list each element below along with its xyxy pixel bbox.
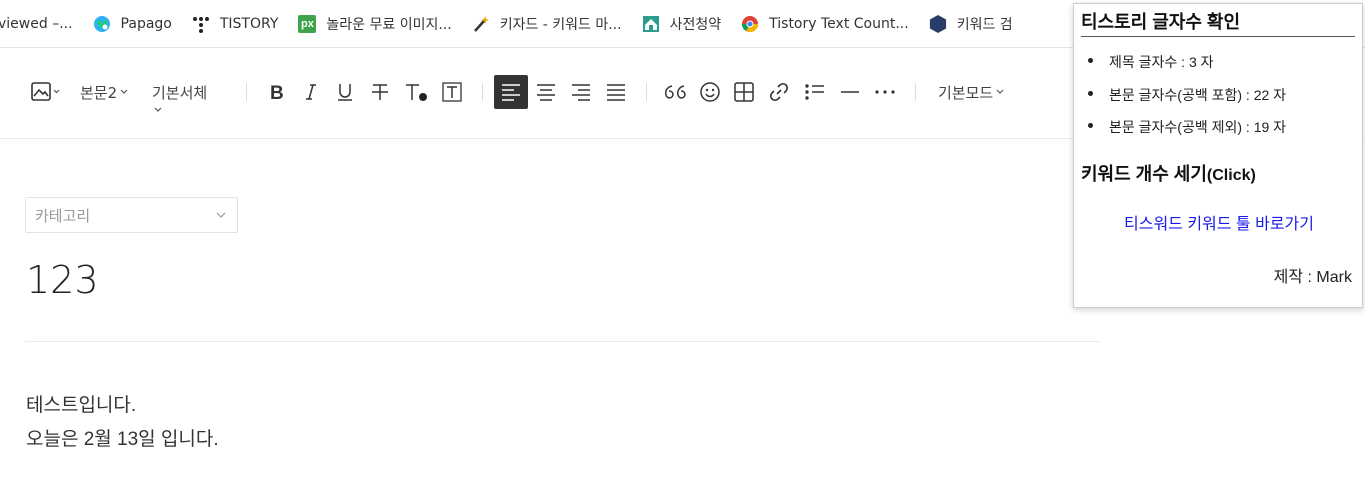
bookmark-pixabay[interactable]: px 놀라운 무료 이미지...	[298, 10, 452, 38]
horizontal-rule-button[interactable]	[836, 76, 864, 108]
more-options-button[interactable]	[871, 76, 899, 108]
keyword-heading: 키워드 개수 세기	[1081, 164, 1207, 184]
bookmark-label: TISTORY	[219, 15, 279, 32]
align-left-icon	[502, 84, 520, 101]
toolbar-separator	[482, 83, 483, 101]
bookmark-tistory[interactable]: TISTORY	[192, 10, 279, 38]
stat-text: 본문 글자수(공백 포함) : 22 자	[1109, 86, 1287, 103]
stats-list: 제목 글자수 : 3 자 본문 글자수(공백 포함) : 22 자 본문 글자수…	[1088, 52, 1286, 150]
bullet-icon	[1088, 123, 1093, 128]
toolbar-separator	[246, 83, 247, 101]
toolbar-separator	[915, 83, 916, 101]
credit-text: 제작 : Mark	[1273, 269, 1352, 286]
chevron-down-icon	[996, 89, 1004, 94]
text-color-icon	[406, 84, 427, 101]
bookmark-label: Papago	[120, 15, 172, 32]
emoticon-icon	[700, 82, 720, 102]
tw-icon	[929, 14, 947, 33]
align-right-button[interactable]	[567, 76, 595, 108]
stat-body-without-spaces: 본문 글자수(공백 제외) : 19 자	[1088, 117, 1286, 150]
chevron-down-icon	[154, 107, 162, 112]
align-center-icon	[537, 84, 555, 101]
strikethrough-icon	[372, 84, 388, 100]
tistory-icon	[192, 15, 210, 33]
link-icon	[769, 82, 789, 102]
bookmark-label: 키자드 - 키워드 마...	[499, 16, 622, 33]
horizontal-rule-icon	[841, 91, 859, 93]
font-label: 기본서체	[152, 83, 208, 102]
italic-icon	[306, 84, 316, 100]
post-body[interactable]: 테스트입니다. 오늘은 2월 13일 입니다.	[26, 389, 219, 457]
pixabay-badge-text: px	[300, 17, 314, 30]
body-line: 테스트입니다.	[26, 395, 137, 416]
house-icon	[642, 15, 660, 33]
text-background-button[interactable]	[438, 76, 466, 108]
popup-heading: 티스토리 글자수 확인	[1081, 8, 1355, 37]
align-justify-icon	[607, 84, 625, 101]
align-center-button[interactable]	[532, 76, 560, 108]
align-left-button[interactable]	[494, 75, 528, 109]
magic-wand-icon	[472, 15, 490, 33]
pixabay-icon: px	[298, 14, 317, 33]
bullet-icon	[1088, 90, 1093, 96]
chrome-icon	[741, 15, 759, 33]
underline-button[interactable]	[331, 76, 359, 108]
bookmark-label: 놀라운 무료 이미지...	[326, 16, 452, 33]
font-dropdown[interactable]: 기본서체	[152, 76, 222, 108]
link-button[interactable]	[765, 76, 793, 108]
keyword-count-button[interactable]: 키워드 개수 세기(Click)	[1081, 160, 1256, 186]
quote-button[interactable]	[660, 76, 690, 108]
bookmark-label: Tistory Text Count...	[769, 15, 909, 32]
bullet-list-button[interactable]	[801, 76, 829, 108]
emoticon-button[interactable]	[696, 76, 724, 108]
stat-text: 제목 글자수 : 3 자	[1109, 54, 1214, 70]
text-background-icon	[442, 82, 462, 102]
bold-button[interactable]: B	[262, 76, 290, 108]
bullet-list-icon	[805, 84, 824, 100]
bullet-icon	[1088, 58, 1093, 63]
chevron-down-icon	[120, 89, 128, 94]
bookmark-label: 사전청약	[669, 16, 722, 33]
stat-body-with-spaces: 본문 글자수(공백 포함) : 22 자	[1088, 85, 1286, 118]
keyword-heading-suffix: (Click)	[1206, 167, 1256, 184]
paragraph-style-label: 본문2	[80, 83, 118, 102]
chevron-down-icon	[216, 212, 226, 218]
paragraph-style-dropdown[interactable]: 본문2	[80, 76, 136, 108]
tw-badge-text: TW	[981, 20, 992, 27]
italic-button[interactable]	[297, 76, 325, 108]
bold-icon: B	[270, 83, 284, 102]
body-line: 오늘은 2월 13일 입니다.	[26, 429, 219, 450]
more-icon	[875, 90, 895, 94]
char-count-popup: 티스토리 글자수 확인 제목 글자수 : 3 자 본문 글자수(공백 포함) :…	[1073, 3, 1363, 308]
bookmark-label: viewed –...	[0, 15, 73, 32]
post-title[interactable]: 123	[26, 258, 99, 302]
mode-label: 기본모드	[938, 83, 994, 102]
title-divider	[25, 341, 1101, 342]
image-insert-button[interactable]	[28, 76, 62, 108]
quote-icon	[665, 85, 686, 99]
bookmark-presale[interactable]: 사전청약	[642, 10, 722, 38]
mode-dropdown[interactable]: 기본모드	[938, 76, 1018, 108]
table-button[interactable]	[730, 76, 758, 108]
toolbar-separator	[646, 83, 647, 101]
bookmark-keyword-search[interactable]: 키워드 검	[929, 10, 1013, 38]
stat-text: 본문 글자수(공백 제외) : 19 자	[1109, 119, 1287, 135]
category-select[interactable]: 카테고리	[25, 197, 238, 233]
strikethrough-button[interactable]	[366, 76, 394, 108]
bookmark-keyzard[interactable]: 키자드 - 키워드 마...	[472, 10, 622, 38]
text-color-button[interactable]	[401, 76, 431, 108]
bookmark-tistory-text-count[interactable]: Tistory Text Count...	[741, 10, 909, 38]
category-placeholder: 카테고리	[35, 206, 91, 225]
tisword-tool-link[interactable]: 티스워드 키워드 툴 바로가기	[1074, 210, 1364, 234]
image-icon	[31, 82, 60, 101]
underline-icon	[338, 84, 352, 101]
bookmark-papago[interactable]: Papago	[93, 10, 172, 38]
svg-text:B: B	[270, 83, 284, 102]
bookmark-viewed[interactable]: viewed –...	[0, 10, 73, 38]
papago-icon	[93, 15, 111, 33]
align-justify-button[interactable]	[602, 76, 630, 108]
table-icon	[734, 82, 754, 102]
stat-title-count: 제목 글자수 : 3 자	[1088, 52, 1286, 85]
align-right-icon	[572, 84, 590, 101]
